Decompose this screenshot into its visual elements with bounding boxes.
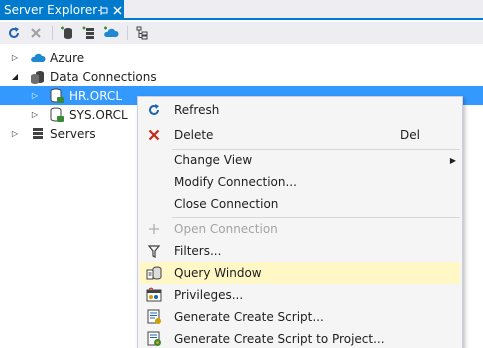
- tree-node-label: Azure: [50, 50, 85, 65]
- menu-item-close-connection[interactable]: Close Connection: [140, 193, 460, 215]
- plus-icon: [140, 218, 168, 240]
- tree-node-label: Servers: [50, 126, 96, 141]
- filter-funnel-icon: [140, 240, 168, 262]
- menu-item-generate-create-script-to-project[interactable]: Generate Create Script to Project...: [140, 328, 460, 348]
- tree-node-label: HR.ORCL: [69, 88, 122, 103]
- expand-arrow-icon[interactable]: ▷: [9, 52, 21, 64]
- query-window-icon: [140, 262, 168, 284]
- script-to-project-icon: [140, 328, 168, 348]
- toolbar-separator: [52, 26, 53, 40]
- tree-node-data-connections[interactable]: ◢ Data Connections: [0, 67, 483, 86]
- script-icon: [140, 306, 168, 328]
- menu-item-delete[interactable]: Delete Del: [140, 124, 460, 146]
- database-connected-icon: [49, 107, 65, 123]
- privileges-icon: [140, 284, 168, 306]
- delete-x-icon: [140, 124, 168, 146]
- shortcut-text: Del: [400, 128, 420, 142]
- refresh-icon: [140, 99, 168, 121]
- azure-cloud-icon: [30, 50, 46, 66]
- connect-to-server-icon[interactable]: [79, 23, 99, 43]
- tab-server-explorer[interactable]: Server Explorer: [0, 0, 124, 20]
- tree-node-label: SYS.ORCL: [69, 107, 128, 122]
- menu-item-privileges[interactable]: Privileges...: [140, 284, 460, 306]
- menu-item-query-window[interactable]: Query Window: [140, 262, 460, 284]
- tab-title: Server Explorer: [4, 3, 98, 17]
- menu-item-change-view[interactable]: Change View ▶: [140, 149, 460, 171]
- toolbar-separator: [127, 26, 128, 40]
- expand-arrow-icon[interactable]: ▷: [29, 109, 41, 121]
- data-connections-icon: [30, 69, 46, 85]
- connect-to-database-icon[interactable]: [57, 23, 77, 43]
- close-icon[interactable]: [111, 2, 124, 18]
- context-menu: Refresh Delete Del Change View ▶ Modify …: [137, 96, 463, 348]
- menu-item-refresh[interactable]: Refresh: [140, 99, 460, 121]
- toolbar: [0, 22, 483, 44]
- expand-arrow-icon[interactable]: ▷: [29, 90, 41, 102]
- menu-item-open-connection[interactable]: Open Connection: [140, 218, 460, 240]
- connect-to-azure-icon[interactable]: [101, 23, 121, 43]
- pin-icon[interactable]: [97, 2, 110, 18]
- tool-window-tabstrip: Server Explorer: [0, 0, 483, 20]
- properties-icon[interactable]: [132, 23, 152, 43]
- expand-arrow-icon[interactable]: ▷: [9, 128, 21, 140]
- submenu-arrow-icon: ▶: [449, 155, 457, 165]
- stop-icon[interactable]: [26, 23, 46, 43]
- menu-item-generate-create-script[interactable]: Generate Create Script...: [140, 306, 460, 328]
- refresh-icon[interactable]: [4, 23, 24, 43]
- servers-icon: [30, 126, 46, 142]
- database-connected-icon: [49, 88, 65, 104]
- tree-node-azure[interactable]: ▷ Azure: [0, 48, 483, 67]
- collapse-arrow-icon[interactable]: ◢: [9, 71, 21, 83]
- tree-node-label: Data Connections: [50, 69, 157, 84]
- menu-item-modify-connection[interactable]: Modify Connection...: [140, 171, 460, 193]
- menu-item-filters[interactable]: Filters...: [140, 240, 460, 262]
